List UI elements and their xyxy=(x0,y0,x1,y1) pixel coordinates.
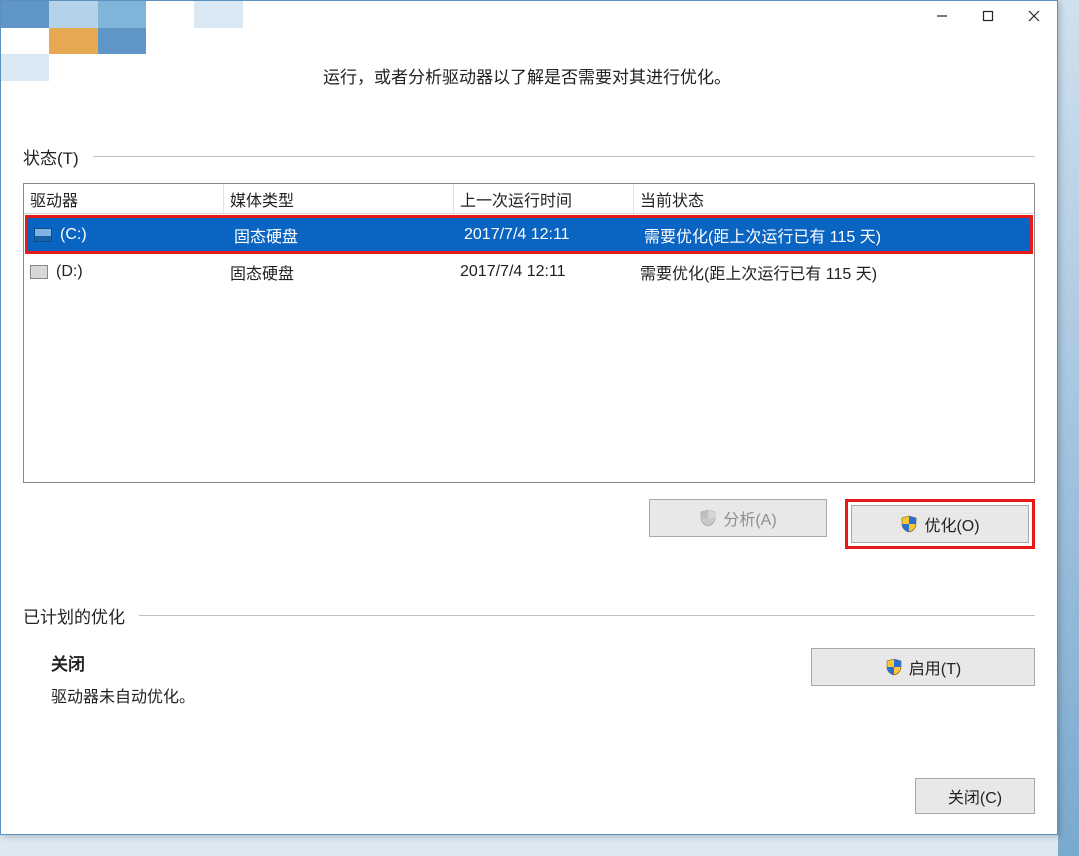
analyze-button: 分析(A) xyxy=(649,499,827,537)
col-header-status[interactable]: 当前状态 xyxy=(634,184,1034,213)
close-button[interactable] xyxy=(1011,1,1057,31)
drives-table: 驱动器 媒体类型 上一次运行时间 当前状态 (C:) 固态硬盘 2017/7/4… xyxy=(23,183,1035,483)
status-section-label: 状态(T) xyxy=(23,144,79,169)
drive-icon xyxy=(30,265,48,279)
minimize-button[interactable] xyxy=(919,1,965,31)
drive-lastrun: 2017/7/4 12:11 xyxy=(458,226,638,244)
close-label: 关闭(C) xyxy=(948,784,1002,808)
optimize-button[interactable]: 优化(O) xyxy=(851,505,1029,543)
close-dialog-button[interactable]: 关闭(C) xyxy=(915,778,1035,814)
drive-media: 固态硬盘 xyxy=(224,260,454,284)
drive-status: 需要优化(距上次运行已有 115 天) xyxy=(634,260,1034,284)
enable-schedule-button[interactable]: 启用(T) xyxy=(811,648,1035,686)
shield-icon xyxy=(885,658,903,676)
col-header-lastrun[interactable]: 上一次运行时间 xyxy=(454,184,634,213)
divider xyxy=(93,156,1035,157)
shield-icon xyxy=(900,515,918,533)
drive-name: (D:) xyxy=(56,263,83,281)
redacted-pixels xyxy=(1,1,291,81)
optimize-label: 优化(O) xyxy=(924,512,979,536)
drive-lastrun: 2017/7/4 12:11 xyxy=(454,263,634,281)
intro-text: 运行，或者分析驱动器以了解是否需要对其进行优化。 xyxy=(323,63,1035,88)
drive-status: 需要优化(距上次运行已有 115 天) xyxy=(638,223,1030,247)
optimize-drives-window: 运行，或者分析驱动器以了解是否需要对其进行优化。 状态(T) 驱动器 媒体类型 … xyxy=(0,0,1058,835)
col-header-media[interactable]: 媒体类型 xyxy=(224,184,454,213)
desktop-edge xyxy=(1058,0,1079,856)
schedule-off-label: 关闭 xyxy=(51,648,195,682)
col-header-drive[interactable]: 驱动器 xyxy=(24,184,224,213)
tutorial-highlight-optimize: 优化(O) xyxy=(845,499,1035,549)
maximize-button[interactable] xyxy=(965,1,1011,31)
analyze-label: 分析(A) xyxy=(723,506,776,530)
divider xyxy=(139,615,1035,616)
drive-icon xyxy=(34,228,52,242)
table-header-row: 驱动器 媒体类型 上一次运行时间 当前状态 xyxy=(24,184,1034,214)
drives-empty-area xyxy=(24,288,1034,482)
drive-row-c[interactable]: (C:) 固态硬盘 2017/7/4 12:11 需要优化(距上次运行已有 11… xyxy=(28,218,1030,251)
drive-media: 固态硬盘 xyxy=(228,223,458,247)
schedule-off-desc: 驱动器未自动优化。 xyxy=(51,682,195,714)
tutorial-highlight-row: (C:) 固态硬盘 2017/7/4 12:11 需要优化(距上次运行已有 11… xyxy=(25,215,1033,254)
scheduled-section-label: 已计划的优化 xyxy=(23,603,125,628)
drive-name: (C:) xyxy=(60,226,87,244)
enable-label: 启用(T) xyxy=(909,655,961,679)
shield-icon xyxy=(699,509,717,527)
drive-row-d[interactable]: (D:) 固态硬盘 2017/7/4 12:11 需要优化(距上次运行已有 11… xyxy=(24,255,1034,288)
